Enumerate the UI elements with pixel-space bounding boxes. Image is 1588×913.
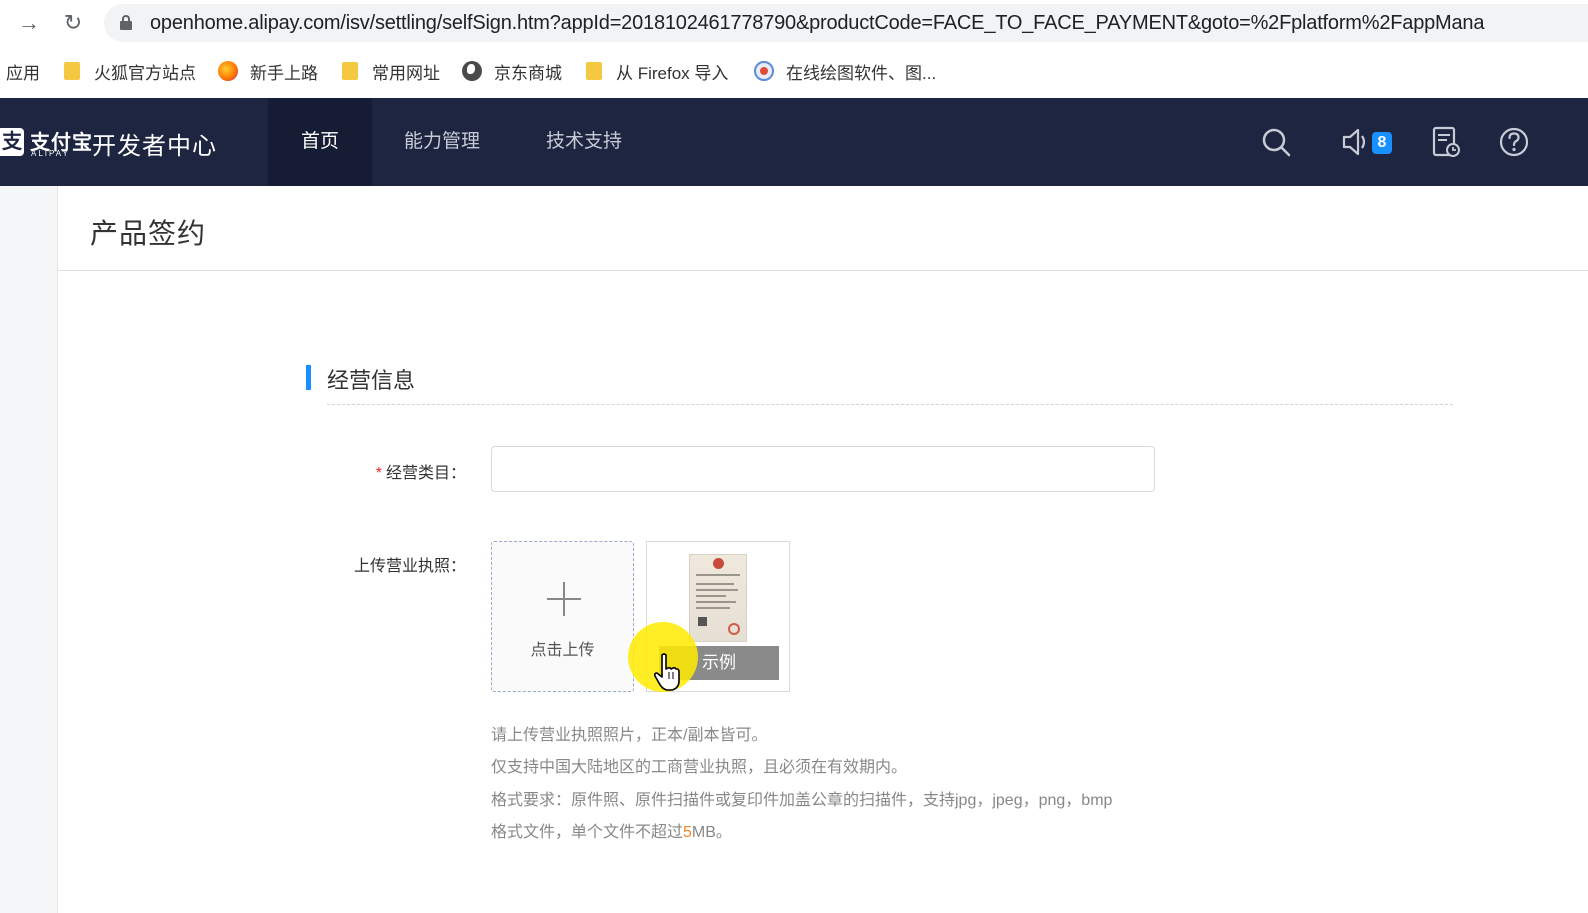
folder-icon [586, 62, 602, 80]
title-divider [58, 270, 1588, 271]
url-text[interactable]: openhome.alipay.com/isv/settling/selfSig… [150, 12, 1484, 35]
business-category-input[interactable] [491, 446, 1155, 492]
bookmark-firefox-site[interactable]: 火狐官方站点 [64, 60, 196, 83]
required-mark: * [375, 465, 382, 482]
firefox-icon [218, 61, 238, 81]
drawing-app-icon [754, 61, 774, 81]
reload-icon[interactable]: ↻ [58, 8, 88, 38]
license-upload-button[interactable]: 点击上传 [491, 541, 634, 692]
page-title: 产品签约 [90, 218, 207, 249]
help-text-line-4: 格式文件，单个文件不超过5MB。 [491, 824, 732, 841]
bookmark-getting-started[interactable]: 新手上路 [218, 60, 318, 83]
globe-icon [462, 61, 482, 81]
tab-home[interactable]: 首页 [268, 98, 372, 186]
section-accent-bar [306, 365, 311, 390]
business-license-thumbnail [689, 554, 747, 642]
bookmark-drawing-app[interactable]: 在线绘图软件、图... [754, 60, 936, 83]
upload-text: 点击上传 [530, 642, 595, 659]
logo-subtext: ALIPAY [31, 149, 70, 158]
bookmark-apps[interactable]: 应用 [6, 60, 40, 83]
speaker-icon[interactable] [1340, 124, 1376, 160]
tab-tech-support[interactable]: 技术支持 [526, 98, 642, 186]
search-icon[interactable] [1258, 124, 1294, 160]
section-divider [327, 404, 1453, 405]
tab-capability-management[interactable]: 能力管理 [384, 98, 500, 186]
bookmarks-bar: 应用 火狐官方站点 新手上路 常用网址 京东商城 从 Firefox 导入 在线… [0, 46, 1588, 96]
left-sidebar [0, 186, 58, 913]
document-clock-icon[interactable] [1428, 124, 1464, 160]
bookmark-jd[interactable]: 京东商城 [462, 60, 562, 83]
category-label: * 经营类目： [375, 465, 466, 482]
bookmark-import-firefox[interactable]: 从 Firefox 导入 [586, 60, 728, 83]
license-upload-label: 上传营业执照： [353, 558, 466, 575]
site-title[interactable]: 开发者中心 [92, 126, 217, 161]
forward-arrow-icon[interactable]: → [14, 8, 44, 38]
lock-icon [120, 15, 132, 30]
max-size-value: 5 [683, 824, 692, 841]
help-text-line-2: 仅支持中国大陆地区的工商营业执照，且必须在有效期内。 [491, 759, 908, 776]
alipay-logo-icon[interactable]: 支 [0, 128, 24, 156]
section-title: 经营信息 [327, 368, 416, 393]
bookmark-common-sites[interactable]: 常用网址 [342, 60, 440, 83]
browser-toolbar: → ↻ openhome.alipay.com/isv/settling/sel… [0, 0, 1588, 46]
folder-icon [64, 62, 80, 80]
plus-icon [547, 582, 581, 616]
hand-cursor-icon [653, 653, 680, 691]
notification-badge: 8 [1372, 132, 1392, 154]
address-bar[interactable]: openhome.alipay.com/isv/settling/selfSig… [104, 4, 1588, 42]
folder-icon [342, 62, 358, 80]
help-text-line-1: 请上传营业执照照片，正本/副本皆可。 [491, 727, 768, 744]
help-icon[interactable] [1496, 124, 1532, 160]
help-text-line-3: 格式要求：原件照、原件扫描件或复印件加盖公章的扫描件，支持jpg，jpeg，pn… [491, 792, 1113, 809]
